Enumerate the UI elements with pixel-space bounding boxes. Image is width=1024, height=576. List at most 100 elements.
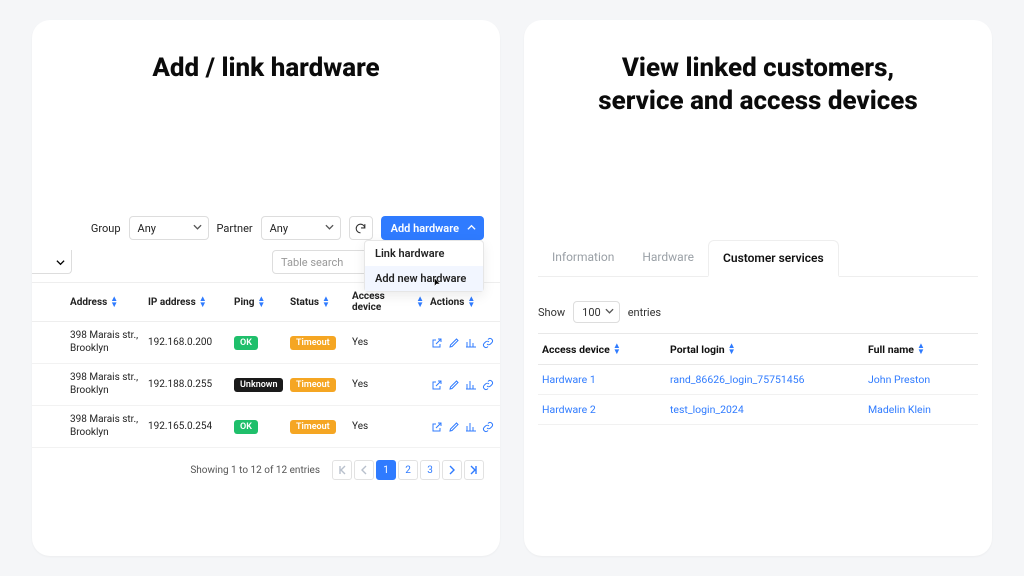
- refresh-button[interactable]: [349, 216, 373, 240]
- col-ip[interactable]: IP address▲▼: [148, 295, 228, 309]
- cell-status: Timeout: [290, 336, 346, 350]
- cell-ping: OK: [234, 420, 284, 434]
- open-icon[interactable]: [430, 378, 443, 391]
- col-address[interactable]: Address▲▼: [70, 295, 142, 309]
- edit-icon[interactable]: [447, 378, 460, 391]
- cs-table-head: Access device▲▼ Portal login▲▼ Full name…: [538, 334, 978, 365]
- refresh-icon: [354, 222, 367, 235]
- partner-label: Partner: [217, 222, 253, 235]
- pager-first[interactable]: [332, 460, 352, 480]
- cell-status: Timeout: [290, 378, 346, 392]
- filter-row: Group Any Partner Any Add hardware Link …: [32, 216, 500, 250]
- entries-select[interactable]: 100: [573, 301, 620, 323]
- right-panel: View linked customers, service and acces…: [524, 20, 992, 556]
- sort-icon: ▲▼: [613, 342, 621, 356]
- cell-login[interactable]: rand_86626_login_75751456: [670, 373, 860, 386]
- col-cs-access[interactable]: Access device▲▼: [542, 342, 662, 356]
- status-badge: Timeout: [290, 420, 336, 434]
- col-access[interactable]: Access device▲▼: [352, 291, 424, 313]
- hardware-area: Group Any Partner Any Add hardware Link …: [32, 216, 500, 480]
- dropdown-add-new-hardware[interactable]: Add new hardware: [365, 266, 483, 291]
- partner-select-value: Any: [270, 222, 288, 235]
- search-placeholder: Table search: [281, 256, 343, 269]
- pager-page-3[interactable]: 3: [420, 460, 440, 480]
- cell-access: Yes: [352, 421, 424, 432]
- pager-page-1[interactable]: 1: [376, 460, 396, 480]
- sort-icon: ▲▼: [110, 295, 118, 309]
- chart-icon[interactable]: [464, 378, 477, 391]
- last-page-icon: [469, 465, 479, 475]
- partner-select[interactable]: Any: [261, 216, 341, 240]
- chart-icon[interactable]: [464, 336, 477, 349]
- sort-icon: ▲▼: [728, 342, 736, 356]
- cell-ip: 192.188.0.255: [148, 379, 228, 390]
- table-row: 398 Marais str., Brooklyn192.168.0.200OK…: [32, 322, 500, 364]
- customer-services-area: Information Hardware Customer services S…: [538, 240, 978, 425]
- first-page-icon: [337, 465, 347, 475]
- link-icon[interactable]: [481, 420, 494, 433]
- cell-ip: 192.165.0.254: [148, 421, 228, 432]
- link-icon[interactable]: [481, 336, 494, 349]
- pager-prev[interactable]: [354, 460, 374, 480]
- cell-ping: OK: [234, 336, 284, 350]
- chevron-up-icon: [467, 222, 476, 235]
- table-row: Hardware 2 test_login_2024 Madelin Klein: [538, 395, 978, 425]
- edit-icon[interactable]: [447, 420, 460, 433]
- table-row: Hardware 1 rand_86626_login_75751456 John …: [538, 365, 978, 395]
- group-label: Group: [91, 222, 121, 235]
- add-hardware-button[interactable]: Add hardware Link hardware Add new hardw…: [381, 216, 484, 240]
- col-actions[interactable]: Actions▲▼: [430, 295, 500, 309]
- cell-access: Yes: [352, 337, 424, 348]
- col-cs-name[interactable]: Full name▲▼: [868, 342, 974, 356]
- cell-actions: [430, 420, 500, 433]
- cell-ping: Unknown: [234, 378, 284, 392]
- sort-icon: ▲▼: [199, 295, 207, 309]
- left-title: Add / link hardware: [32, 20, 500, 85]
- cell-ip: 192.168.0.200: [148, 337, 228, 348]
- cell-login[interactable]: test_login_2024: [670, 403, 860, 416]
- pager-row: Showing 1 to 12 of 12 entries 123: [32, 448, 500, 480]
- hardware-table: Address▲▼ IP address▲▼ Ping▲▼ Status▲▼ A…: [32, 282, 500, 448]
- group-select-value: Any: [138, 222, 156, 235]
- ping-badge: Unknown: [234, 378, 283, 392]
- entries-select-value: 100: [582, 306, 601, 319]
- open-icon[interactable]: [430, 336, 443, 349]
- cell-device[interactable]: Hardware 2: [542, 403, 662, 416]
- tab-hardware[interactable]: Hardware: [628, 240, 708, 276]
- col-status[interactable]: Status▲▼: [290, 295, 346, 309]
- cell-device[interactable]: Hardware 1: [542, 373, 662, 386]
- cell-access: Yes: [352, 379, 424, 390]
- open-icon[interactable]: [430, 420, 443, 433]
- edit-icon[interactable]: [447, 336, 460, 349]
- cell-address: 398 Marais str., Brooklyn: [70, 372, 142, 397]
- tab-information[interactable]: Information: [538, 240, 628, 276]
- group-select[interactable]: Any: [129, 216, 209, 240]
- link-icon[interactable]: [481, 378, 494, 391]
- dropdown-link-hardware[interactable]: Link hardware: [365, 241, 483, 266]
- chevron-down-icon: [193, 222, 202, 235]
- tab-customer-services[interactable]: Customer services: [708, 240, 839, 277]
- pager-page-2[interactable]: 2: [398, 460, 418, 480]
- right-title: View linked customers, service and acces…: [524, 20, 992, 117]
- cell-address: 398 Marais str., Brooklyn: [70, 414, 142, 439]
- tabs: Information Hardware Customer services: [538, 240, 978, 277]
- ping-badge: OK: [234, 336, 258, 350]
- pager-text: Showing 1 to 12 of 12 entries: [190, 465, 320, 476]
- chevron-down-icon: [56, 252, 65, 271]
- left-edge-select[interactable]: [32, 250, 72, 274]
- pager-next[interactable]: [442, 460, 462, 480]
- sort-icon: ▲▼: [917, 342, 925, 356]
- chart-icon[interactable]: [464, 420, 477, 433]
- chevron-down-icon: [605, 306, 614, 319]
- col-cs-login[interactable]: Portal login▲▼: [670, 342, 860, 356]
- status-badge: Timeout: [290, 378, 336, 392]
- cell-actions: [430, 336, 500, 349]
- cursor-icon: [431, 277, 443, 289]
- add-hardware-dropdown: Link hardware Add new hardware: [364, 240, 484, 292]
- show-label: Show: [538, 306, 565, 319]
- cell-name[interactable]: Madelin Klein: [868, 403, 974, 416]
- col-ping[interactable]: Ping▲▼: [234, 295, 284, 309]
- cell-name[interactable]: John Preston: [868, 373, 974, 386]
- pager: 123: [332, 460, 484, 480]
- pager-last[interactable]: [464, 460, 484, 480]
